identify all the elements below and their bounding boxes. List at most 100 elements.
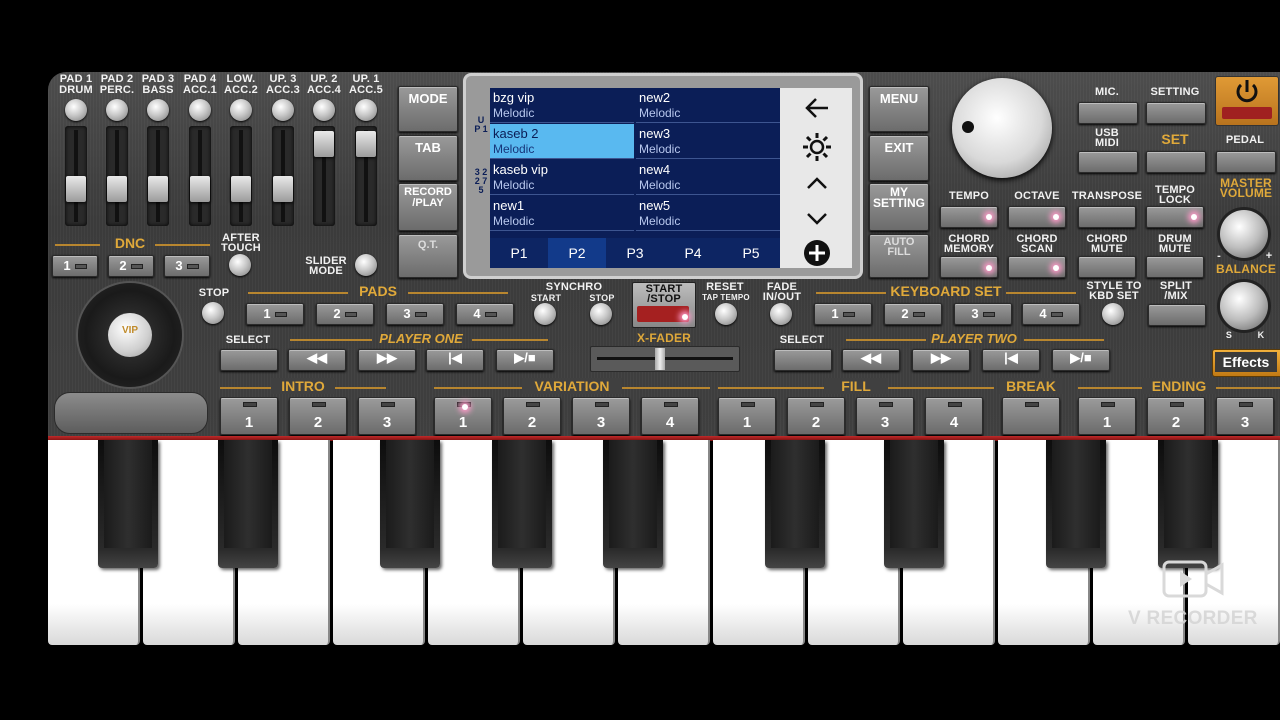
slider-mode-knob[interactable] [355, 254, 377, 276]
pad-2-knob[interactable] [106, 99, 128, 121]
gear-icon[interactable] [800, 130, 834, 164]
fade-knob[interactable] [770, 303, 792, 325]
mode-button[interactable]: MODE [398, 86, 458, 132]
keyboard-set-button-4[interactable]: 4 [1022, 303, 1080, 325]
tab-p1[interactable]: P1 [490, 238, 548, 268]
player-one-forward-button[interactable]: ▶▶ [358, 349, 416, 371]
tab-button[interactable]: TAB [398, 135, 458, 181]
style-cell[interactable]: new2 Melodic [636, 88, 780, 123]
style-cell[interactable]: kaseb 2 Melodic [490, 124, 634, 159]
pitch-wheel-pad[interactable] [54, 392, 208, 434]
pad-4-knob[interactable] [189, 99, 211, 121]
add-icon[interactable] [802, 238, 832, 268]
effects-button[interactable]: Effects [1212, 349, 1280, 377]
chevron-up-icon[interactable] [804, 174, 830, 194]
split-mix-button[interactable] [1148, 304, 1206, 326]
ending-button-2[interactable]: 2 [1147, 397, 1205, 435]
player-two-rewind-button[interactable]: ◀◀ [842, 349, 900, 371]
usb-midi-button[interactable] [1078, 151, 1138, 173]
pad-1-slider-cap[interactable] [66, 176, 86, 202]
player-two-previous-button[interactable]: |◀ [982, 349, 1040, 371]
variation-button-4[interactable]: 4 [641, 397, 699, 435]
pad-6-slider-cap[interactable] [273, 176, 293, 202]
pad-3-slider[interactable] [147, 126, 169, 226]
pad-2-slider-cap[interactable] [107, 176, 127, 202]
style-cell[interactable]: new4 Melodic [636, 160, 780, 195]
black-key[interactable] [380, 440, 440, 568]
pad-6-knob[interactable] [272, 99, 294, 121]
pad-1-knob[interactable] [65, 99, 87, 121]
keyboard-set-button-1[interactable]: 1 [814, 303, 872, 325]
pad-8-knob[interactable] [355, 99, 377, 121]
menu-button[interactable]: MENU [869, 86, 929, 132]
black-key[interactable] [884, 440, 944, 568]
set-button[interactable] [1146, 151, 1206, 173]
style-cell[interactable]: new5 Melodic [636, 196, 780, 231]
black-key[interactable] [1158, 440, 1218, 568]
qt-button[interactable]: Q.T. [398, 234, 458, 278]
chevron-down-icon[interactable] [804, 208, 830, 228]
style-cell[interactable]: bzg vip Melodic [490, 88, 634, 123]
pad-8-slider-cap[interactable] [356, 131, 376, 157]
pad-button-1[interactable]: 1 [246, 303, 304, 325]
pad-1-slider[interactable] [65, 126, 87, 226]
pad-2-slider[interactable] [106, 126, 128, 226]
intro-button-1[interactable]: 1 [220, 397, 278, 435]
fill-button-3[interactable]: 3 [856, 397, 914, 435]
pad-3-knob[interactable] [147, 99, 169, 121]
player-two-forward-button[interactable]: ▶▶ [912, 349, 970, 371]
black-key[interactable] [1046, 440, 1106, 568]
style-cell[interactable]: new1 Melodic [490, 196, 634, 231]
data-dial[interactable] [952, 78, 1052, 178]
player-one-play-stop-button[interactable]: ▶/■ [496, 349, 554, 371]
record-play-button[interactable]: RECORD /PLAY [398, 183, 458, 231]
black-key[interactable] [98, 440, 158, 568]
balance-knob[interactable] [1220, 282, 1268, 330]
black-key[interactable] [603, 440, 663, 568]
tab-p3[interactable]: P3 [606, 238, 664, 268]
style-cell[interactable]: new3 Melodic [636, 124, 780, 159]
pad-4-slider-cap[interactable] [190, 176, 210, 202]
pad-7-slider[interactable] [313, 126, 335, 226]
black-key[interactable] [218, 440, 278, 568]
pad-7-knob[interactable] [313, 99, 335, 121]
player-one-select-button[interactable] [220, 349, 278, 371]
player-one-previous-button[interactable]: |◀ [426, 349, 484, 371]
sync-start-knob[interactable] [534, 303, 556, 325]
variation-button-1[interactable]: 1 [434, 397, 492, 435]
pad-button-2[interactable]: 2 [316, 303, 374, 325]
player-two-play-stop-button[interactable]: ▶/■ [1052, 349, 1110, 371]
fill-button-1[interactable]: 1 [718, 397, 776, 435]
style-to-kbd-knob[interactable] [1102, 303, 1124, 325]
start-stop-button[interactable]: START /STOP [632, 282, 696, 328]
pad-5-slider-cap[interactable] [231, 176, 251, 202]
pad-3-slider-cap[interactable] [148, 176, 168, 202]
variation-button-3[interactable]: 3 [572, 397, 630, 435]
my-setting-button[interactable]: MY SETTING [869, 183, 929, 231]
auto-fill-button[interactable]: AUTO FILL [869, 234, 929, 278]
dnc-button-3[interactable]: 3 [164, 255, 210, 277]
pedal-button[interactable] [1216, 151, 1276, 173]
chord-mute-button[interactable] [1078, 256, 1136, 278]
back-arrow-icon[interactable] [802, 94, 832, 122]
drum-mute-button[interactable] [1146, 256, 1204, 278]
break-button-1[interactable] [1002, 397, 1060, 435]
power-button[interactable] [1215, 76, 1279, 126]
after-touch-knob[interactable] [229, 254, 251, 276]
pad-button-3[interactable]: 3 [386, 303, 444, 325]
intro-button-3[interactable]: 3 [358, 397, 416, 435]
tab-p4[interactable]: P4 [664, 238, 722, 268]
setting-button[interactable] [1146, 102, 1206, 124]
player-two-select-button[interactable] [774, 349, 832, 371]
x-fader[interactable] [590, 346, 740, 372]
variation-button-2[interactable]: 2 [503, 397, 561, 435]
vip-turntable[interactable]: VIP [78, 283, 182, 387]
black-key[interactable] [765, 440, 825, 568]
pad-5-slider[interactable] [230, 126, 252, 226]
exit-button[interactable]: EXIT [869, 135, 929, 181]
intro-button-2[interactable]: 2 [289, 397, 347, 435]
style-cell[interactable]: kaseb vip Melodic [490, 160, 634, 195]
black-key[interactable] [492, 440, 552, 568]
transpose-button[interactable] [1078, 206, 1136, 228]
reset-knob[interactable] [715, 303, 737, 325]
